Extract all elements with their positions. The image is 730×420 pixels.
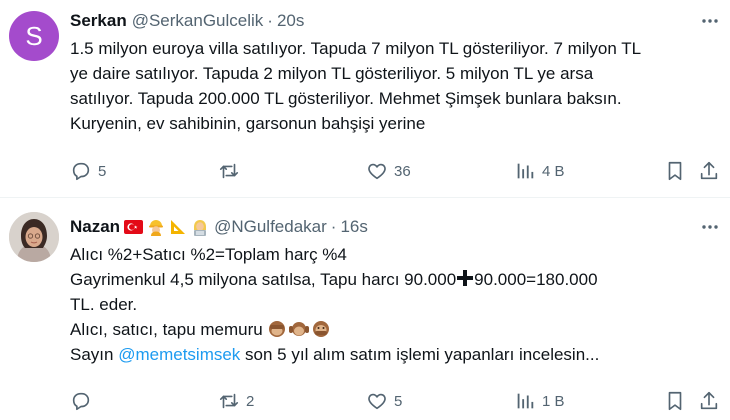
display-name[interactable]: Nazan [70, 217, 120, 237]
tweet-text-segment: 90.000=180.000 [474, 270, 598, 289]
repost-button[interactable]: 2 [218, 390, 254, 412]
tweet-text-segment: Gayrimenkul 4,5 milyona satılsa, Tapu ha… [70, 270, 457, 289]
reply-count: 5 [98, 162, 107, 180]
views-icon [514, 160, 536, 182]
views-button[interactable]: 4 B [514, 160, 565, 182]
share-button[interactable] [698, 160, 720, 182]
bookmark-icon [664, 160, 686, 182]
bookmark-button[interactable] [664, 160, 686, 182]
heavy-plus-icon [456, 269, 474, 294]
heart-icon [366, 160, 388, 182]
tweet-text-line: Sayın @memetsimsek son 5 yıl alım satım … [70, 342, 712, 367]
display-name[interactable]: Serkan [70, 11, 127, 31]
reply-button[interactable] [70, 390, 98, 412]
tweet-header: Serkan @SerkanGulcelik · 20s [70, 9, 730, 33]
tweet-header: Nazan @NGulfedakar · 16s [70, 215, 730, 239]
tweet[interactable]: Nazan @NGulfedakar · 16s Alıcı %2+Satıcı… [0, 198, 730, 420]
repost-count: 2 [246, 392, 255, 410]
view-count: 4 B [542, 162, 565, 180]
avatar-letter: S [25, 20, 43, 51]
avatar[interactable]: S [9, 11, 59, 61]
reply-icon [70, 390, 92, 412]
like-count: 5 [394, 392, 403, 410]
tweet-text-line: ye daire satılıyor. Tapuda 2 milyon TL g… [70, 64, 594, 83]
repost-icon [218, 160, 240, 182]
tweet-text-line: Alıcı, satıcı, tapu memuru [70, 317, 712, 342]
tweet-text-segment: Sayın [70, 345, 119, 364]
share-icon [698, 390, 720, 412]
hear-no-evil-monkey-icon [289, 320, 310, 338]
turkish-flag-icon [124, 220, 144, 234]
avatar-photo [9, 212, 59, 262]
separator-dot: · [330, 217, 337, 236]
tweet-text: 1.5 milyon euroya villa satılıyor. Tapud… [70, 36, 712, 136]
avatar[interactable] [9, 212, 59, 262]
repost-icon [218, 390, 240, 412]
tweet-text: Alıcı %2+Satıcı %2=Toplam harç %4 Gayrim… [70, 242, 712, 367]
repost-button[interactable] [218, 160, 246, 182]
tweet-actions: 5 36 4 B [70, 160, 730, 182]
share-icon [698, 160, 720, 182]
timestamp[interactable]: 16s [340, 217, 367, 237]
tweet-text-line: satılıyor. Tapuda 200.000 TL gösteriliyo… [70, 89, 622, 108]
tweet-text-line: Alıcı %2+Satıcı %2=Toplam harç %4 [70, 245, 347, 264]
construction-worker-icon [147, 218, 165, 236]
reply-icon [70, 160, 92, 182]
mention-link[interactable]: @memetsimsek [118, 345, 240, 364]
share-button[interactable] [698, 390, 720, 412]
tweet-actions: 2 5 1 B [70, 390, 730, 412]
user-handle[interactable]: @NGulfedakar [214, 217, 327, 237]
tweet-text-line: TL. eder. [70, 295, 138, 314]
heart-icon [366, 390, 388, 412]
bookmark-icon [664, 390, 686, 412]
user-handle[interactable]: @SerkanGulcelik [132, 11, 264, 31]
like-button[interactable]: 36 [366, 160, 411, 182]
more-options-icon[interactable] [698, 9, 722, 33]
view-count: 1 B [542, 392, 565, 410]
tweet[interactable]: S Serkan @SerkanGulcelik · 20s 1.5 milyo… [0, 0, 730, 197]
like-button[interactable]: 5 [366, 390, 402, 412]
views-icon [514, 390, 536, 412]
more-options-icon[interactable] [698, 215, 722, 239]
tweet-text-line: Kuryenin, ev sahibinin, garsonun bahşişi… [70, 114, 426, 133]
tweet-text-segment: Alıcı, satıcı, tapu memuru [70, 320, 263, 339]
speak-no-evil-monkey-icon [311, 320, 331, 338]
triangular-ruler-icon [169, 218, 187, 236]
separator-dot: · [267, 11, 273, 30]
woman-technologist-icon [191, 218, 209, 236]
see-no-evil-monkey-icon [267, 320, 287, 338]
tweet-text-line: 1.5 milyon euroya villa satılıyor. Tapud… [70, 39, 642, 58]
tweet-text-line: Gayrimenkul 4,5 milyona satılsa, Tapu ha… [70, 267, 712, 292]
bookmark-button[interactable] [664, 390, 686, 412]
views-button[interactable]: 1 B [514, 390, 565, 412]
tweet-text-segment: son 5 yıl alım satım işlemi yapanları in… [240, 345, 600, 364]
reply-button[interactable]: 5 [70, 160, 106, 182]
like-count: 36 [394, 162, 411, 180]
timestamp[interactable]: 20s [277, 11, 304, 31]
